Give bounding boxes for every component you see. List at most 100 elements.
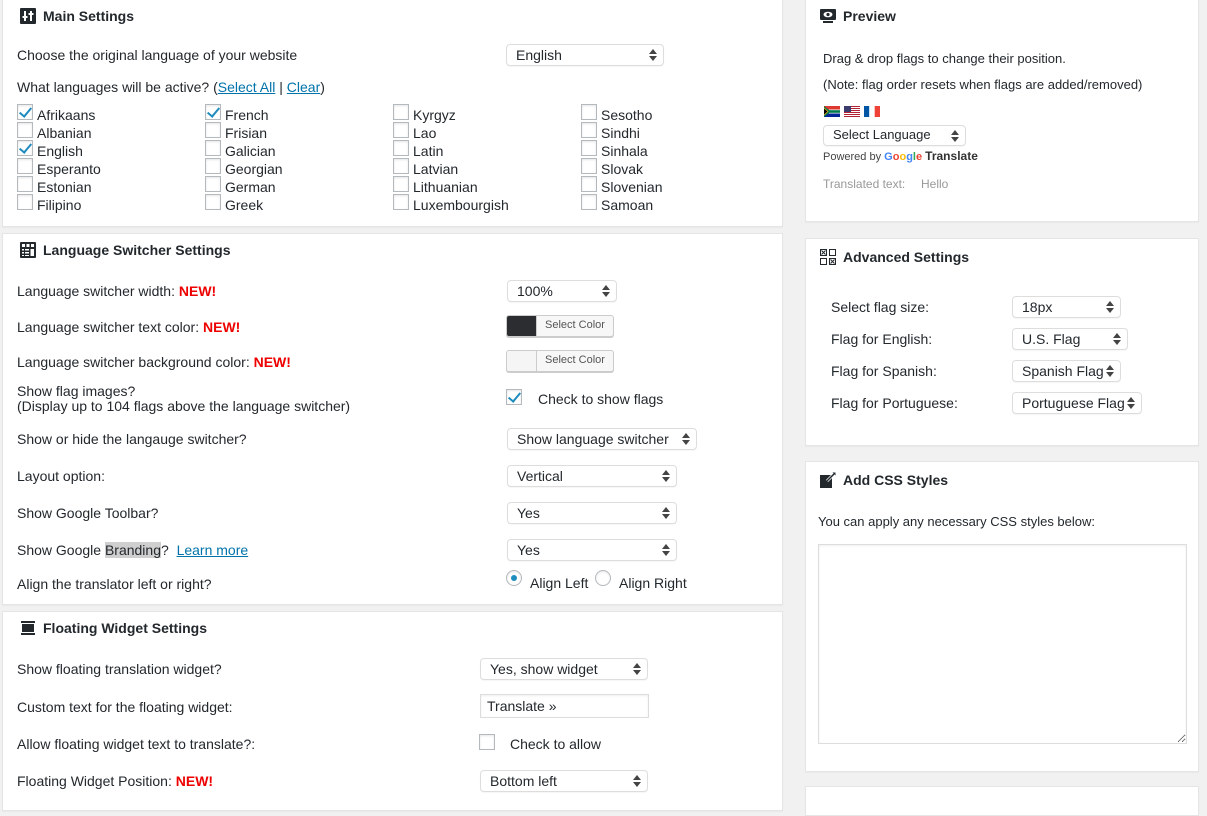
- show-widget-select[interactable]: Yes, show widget: [480, 658, 648, 680]
- flag-english-select[interactable]: U.S. Flag: [1012, 328, 1128, 350]
- widget-position-select[interactable]: Bottom left: [480, 770, 648, 792]
- language-checkbox[interactable]: [393, 122, 409, 138]
- advanced-settings-header: Advanced Settings: [820, 249, 969, 265]
- layout-value: Vertical: [517, 468, 563, 484]
- allow-translate-checkbox[interactable]: [479, 734, 495, 750]
- flag-spanish-value: Spanish Flag: [1022, 363, 1104, 379]
- powered-by-text: Powered by: [823, 151, 885, 163]
- language-name: Slovenian: [601, 179, 663, 195]
- language-name: Sindhi: [601, 125, 640, 141]
- language-checkbox[interactable]: [581, 158, 597, 174]
- south-africa-flag-icon[interactable]: [824, 106, 840, 117]
- language-name: Samoan: [601, 197, 654, 213]
- bg-color-swatch: [507, 351, 537, 371]
- active-languages-text: What languages will be active? (: [17, 79, 218, 95]
- language-checkbox[interactable]: [393, 140, 409, 156]
- language-checkbox[interactable]: [205, 194, 221, 210]
- select-all-link[interactable]: Select All: [218, 79, 276, 95]
- new-badge: NEW!: [253, 354, 291, 370]
- clear-link[interactable]: Clear: [287, 79, 320, 95]
- select-language-dropdown[interactable]: Select Language: [823, 125, 966, 146]
- branding-text-post: ?: [161, 542, 169, 558]
- language-checkbox[interactable]: [205, 122, 221, 138]
- new-badge: NEW!: [203, 319, 241, 335]
- widget-position-text: Floating Widget Position:: [17, 773, 176, 789]
- language-name: Albanian: [37, 125, 92, 141]
- language-switcher-settings-title: Language Switcher Settings: [43, 242, 231, 258]
- align-left-label[interactable]: Align Left: [530, 575, 588, 591]
- custom-text-label: Custom text for the floating widget:: [17, 699, 233, 715]
- usa-flag-icon[interactable]: [844, 106, 860, 117]
- widget-position-value: Bottom left: [490, 773, 557, 789]
- flag-portuguese-label: Flag for Portuguese:: [831, 395, 958, 411]
- custom-text-input[interactable]: [480, 694, 649, 718]
- floating-widget-icon: [21, 621, 35, 635]
- flag-size-select[interactable]: 18px: [1012, 296, 1121, 318]
- align-right-label[interactable]: Align Right: [619, 575, 687, 591]
- language-checkbox[interactable]: [581, 194, 597, 210]
- align-label: Align the translator left or right?: [17, 576, 212, 592]
- flag-portuguese-select[interactable]: Portuguese Flag: [1012, 392, 1142, 414]
- select-arrows-icon: [682, 432, 690, 446]
- language-name: Slovak: [601, 161, 644, 177]
- allow-translate-checkbox-label[interactable]: Check to allow: [510, 736, 601, 752]
- language-checkbox[interactable]: [17, 158, 33, 174]
- next-panel: [805, 786, 1199, 816]
- language-switcher-settings-panel: Language Switcher Settings Language swit…: [2, 233, 783, 605]
- language-checkbox[interactable]: [17, 176, 33, 192]
- new-badge: NEW!: [175, 773, 214, 789]
- bg-color-picker-button[interactable]: Select Color: [506, 350, 614, 372]
- learn-more-link[interactable]: Learn more: [177, 542, 249, 558]
- css-styles-textarea[interactable]: [818, 544, 1187, 744]
- language-checkbox[interactable]: [205, 176, 221, 192]
- show-hide-select[interactable]: Show language switcher: [507, 428, 697, 450]
- translated-text-label: Translated text:: [823, 177, 906, 191]
- language-checkbox[interactable]: [581, 176, 597, 192]
- language-checkbox[interactable]: [393, 194, 409, 210]
- select-arrows-icon: [662, 506, 670, 520]
- language-checkbox[interactable]: [205, 104, 221, 120]
- align-left-radio[interactable]: [506, 570, 522, 586]
- switcher-width-value: 100%: [517, 283, 553, 299]
- language-name: Lithuanian: [413, 179, 478, 195]
- switcher-bg-color-text: Language switcher background color:: [17, 354, 254, 370]
- language-checkbox[interactable]: [581, 104, 597, 120]
- show-widget-label: Show floating translation widget?: [17, 661, 222, 677]
- show-flags-label-line2: (Display up to 104 flags above the langu…: [17, 398, 351, 414]
- show-flags-checkbox-label[interactable]: Check to show flags: [538, 391, 663, 407]
- close-paren: ): [320, 79, 325, 95]
- language-checkbox[interactable]: [17, 104, 33, 120]
- show-flags-label: Show flag images? (Display up to 104 flag…: [17, 384, 350, 414]
- css-styles-description: You can apply any necessary CSS styles b…: [818, 514, 1096, 529]
- language-checkbox[interactable]: [581, 140, 597, 156]
- language-checkbox[interactable]: [393, 158, 409, 174]
- language-checkbox[interactable]: [205, 140, 221, 156]
- preview-screen-icon: [820, 9, 836, 23]
- language-checkbox[interactable]: [17, 140, 33, 156]
- language-checkbox[interactable]: [205, 158, 221, 174]
- language-checkbox[interactable]: [17, 122, 33, 138]
- france-flag-icon[interactable]: [864, 106, 880, 117]
- show-hide-value: Show language switcher: [517, 431, 669, 447]
- language-checkbox[interactable]: [581, 122, 597, 138]
- advanced-settings-title: Advanced Settings: [843, 249, 970, 265]
- language-checkbox[interactable]: [393, 176, 409, 192]
- language-checkbox[interactable]: [393, 104, 409, 120]
- google-branding-select[interactable]: Yes: [507, 539, 677, 561]
- text-color-picker-button[interactable]: Select Color: [506, 315, 614, 337]
- layout-select[interactable]: Vertical: [507, 465, 677, 487]
- flag-spanish-select[interactable]: Spanish Flag: [1012, 360, 1121, 382]
- switcher-width-label: Language switcher width: NEW!: [17, 283, 216, 299]
- edit-icon: [820, 472, 836, 488]
- branding-text-highlight: Branding: [104, 542, 161, 558]
- language-checkbox[interactable]: [17, 194, 33, 210]
- select-arrows-icon: [633, 774, 641, 788]
- google-toolbar-select[interactable]: Yes: [507, 502, 677, 524]
- original-language-value: English: [516, 47, 562, 63]
- switcher-width-select[interactable]: 100%: [507, 280, 617, 302]
- align-right-radio[interactable]: [595, 570, 611, 586]
- preview-title: Preview: [843, 8, 896, 24]
- show-flags-checkbox[interactable]: [506, 389, 522, 405]
- select-color-label: Select Color: [545, 354, 605, 366]
- original-language-select[interactable]: English: [506, 44, 664, 66]
